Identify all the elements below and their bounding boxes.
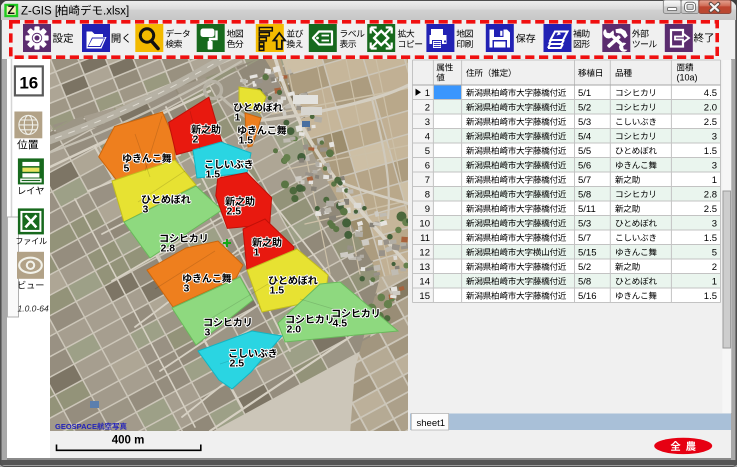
svg-text:1.5: 1.5 bbox=[704, 291, 717, 302]
svg-text:10: 10 bbox=[419, 218, 430, 229]
svg-text:5/15: 5/15 bbox=[578, 247, 597, 258]
svg-text:4: 4 bbox=[425, 131, 430, 142]
svg-text:2.5: 2.5 bbox=[704, 117, 717, 128]
svg-text:5/7: 5/7 bbox=[578, 175, 591, 186]
svg-text:1.5: 1.5 bbox=[704, 146, 717, 157]
svg-text:sheet1: sheet1 bbox=[417, 418, 446, 429]
svg-text:1.0.0-64: 1.0.0-64 bbox=[18, 304, 49, 314]
svg-text:7: 7 bbox=[425, 175, 430, 186]
svg-text:5: 5 bbox=[425, 146, 430, 157]
svg-text:3: 3 bbox=[143, 204, 149, 216]
svg-text:1.5: 1.5 bbox=[270, 285, 285, 297]
svg-text:2.8: 2.8 bbox=[704, 189, 717, 200]
svg-text:1: 1 bbox=[254, 247, 260, 259]
svg-text:12: 12 bbox=[419, 247, 430, 258]
svg-text:9: 9 bbox=[425, 204, 430, 215]
svg-text:1.5: 1.5 bbox=[704, 233, 717, 244]
svg-text:2: 2 bbox=[712, 262, 717, 273]
svg-text:5: 5 bbox=[712, 247, 717, 258]
svg-text:2.0: 2.0 bbox=[287, 324, 302, 336]
svg-text:13: 13 bbox=[419, 262, 430, 273]
svg-text:5/6: 5/6 bbox=[578, 160, 591, 171]
svg-text:5/4: 5/4 bbox=[578, 131, 591, 142]
svg-text:4.5: 4.5 bbox=[704, 88, 717, 99]
svg-text:400 m: 400 m bbox=[112, 435, 145, 447]
svg-text:1: 1 bbox=[712, 276, 717, 287]
svg-text:2.5: 2.5 bbox=[704, 204, 717, 215]
svg-text:5/3: 5/3 bbox=[578, 117, 591, 128]
svg-text:5/8: 5/8 bbox=[578, 276, 591, 287]
svg-text:2.8: 2.8 bbox=[161, 243, 176, 255]
svg-text:Z: Z bbox=[8, 3, 15, 17]
svg-text:2: 2 bbox=[425, 102, 430, 113]
svg-text:2: 2 bbox=[193, 134, 199, 146]
svg-text:15: 15 bbox=[419, 291, 430, 302]
svg-text:3: 3 bbox=[712, 131, 717, 142]
svg-text:(10a): (10a) bbox=[677, 73, 698, 83]
svg-text:GEOSPACE: GEOSPACE bbox=[55, 422, 97, 431]
svg-text:5/11: 5/11 bbox=[578, 204, 596, 215]
svg-text:4.5: 4.5 bbox=[333, 318, 348, 330]
svg-text:5/8: 5/8 bbox=[578, 189, 591, 200]
svg-text:1.5: 1.5 bbox=[206, 169, 221, 181]
svg-text:5/3: 5/3 bbox=[578, 218, 591, 229]
svg-text:5/5: 5/5 bbox=[578, 146, 591, 157]
svg-text:5/7: 5/7 bbox=[578, 233, 591, 244]
svg-text:3: 3 bbox=[425, 117, 430, 128]
svg-text:5/16: 5/16 bbox=[578, 291, 597, 302]
svg-text:Z-GIS [: Z-GIS [ bbox=[21, 6, 59, 18]
svg-text:5/1: 5/1 bbox=[578, 88, 591, 99]
svg-text:.xlsx]: .xlsx] bbox=[103, 6, 129, 18]
svg-text:2.5: 2.5 bbox=[230, 358, 245, 370]
svg-text:6: 6 bbox=[425, 160, 430, 171]
svg-text:2.0: 2.0 bbox=[704, 102, 717, 113]
svg-text:1: 1 bbox=[712, 175, 717, 186]
svg-text:8: 8 bbox=[425, 189, 430, 200]
svg-text:3: 3 bbox=[712, 218, 717, 229]
svg-text:1: 1 bbox=[235, 112, 241, 124]
svg-text:5: 5 bbox=[124, 163, 130, 175]
svg-text:3: 3 bbox=[712, 160, 717, 171]
svg-text:11: 11 bbox=[420, 233, 430, 244]
svg-text:3: 3 bbox=[184, 283, 190, 295]
svg-text:16: 16 bbox=[19, 74, 38, 93]
svg-text:2.5: 2.5 bbox=[227, 206, 242, 218]
svg-text:5/2: 5/2 bbox=[578, 262, 591, 273]
svg-text:14: 14 bbox=[419, 276, 430, 287]
svg-text:5/2: 5/2 bbox=[578, 102, 591, 113]
svg-text:1: 1 bbox=[425, 88, 430, 99]
svg-text:1.5: 1.5 bbox=[239, 135, 254, 147]
svg-text:3: 3 bbox=[205, 327, 211, 339]
